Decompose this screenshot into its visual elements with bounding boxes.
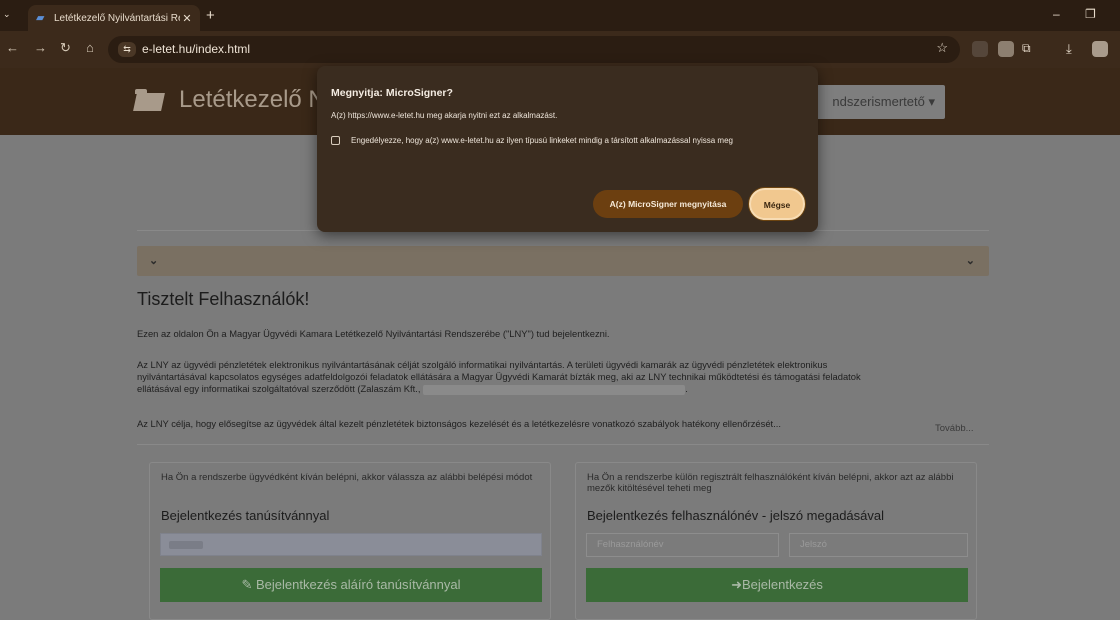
open-app-dialog: Megnyitja: MicroSigner? A(z) https://www…	[317, 66, 818, 232]
description-line: Az LNY az ügyvédi pénzletétek elektronik…	[137, 359, 828, 370]
sign-in-icon: ➜	[731, 577, 742, 592]
browser-tab-strip: ⌄ ▰ Letétkezelő Nyilvántartási Rend ✕ + …	[0, 0, 1120, 31]
description-text: .	[685, 383, 688, 394]
tab-title: Letétkezelő Nyilvántartási Rend	[54, 12, 180, 24]
divider	[137, 444, 989, 445]
tab-close-icon[interactable]: ✕	[180, 12, 194, 25]
purpose-paragraph: Az LNY célja, hogy elősegítse az ügyvéde…	[137, 418, 781, 429]
site-info-icon[interactable]: ⇆	[118, 42, 136, 57]
read-more-link[interactable]: Tovább...	[935, 423, 974, 434]
certificate-login-button[interactable]: ✎ Bejelentkezés aláíró tanúsítvánnyal	[160, 568, 542, 602]
always-allow-label[interactable]: Engedélyezze, hogy a(z) www.e-letet.hu a…	[351, 136, 733, 145]
new-tab-icon[interactable]: +	[206, 7, 215, 24]
restore-icon[interactable]: ❐	[1085, 7, 1096, 21]
redacted-text	[169, 541, 203, 549]
username-input[interactable]: Felhasználónév	[586, 533, 779, 557]
description-line: ellátásával egy informatikai szolgáltató…	[137, 383, 997, 395]
site-brand[interactable]: Letétkezelő N	[133, 86, 326, 114]
certificate-login-panel: Ha Ön a rendszerbe ügyvédként kíván belé…	[149, 462, 551, 620]
profile-avatar-icon[interactable]	[998, 41, 1014, 57]
account-avatar-icon[interactable]	[1092, 41, 1108, 57]
download-icon[interactable]: ⤓	[1066, 41, 1082, 57]
reload-icon[interactable]: ↻	[60, 40, 71, 56]
password-input[interactable]: Jelszó	[789, 533, 968, 557]
description-paragraph: Az LNY az ügyvédi pénzletétek elektronik…	[137, 359, 997, 395]
always-allow-checkbox[interactable]	[331, 136, 340, 145]
tab-search-chevron-icon[interactable]: ⌄	[3, 9, 11, 20]
greeting-heading: Tisztelt Felhasználók!	[137, 289, 310, 309]
intro-paragraph: Ezen az oldalon Ön a Magyar Ügyvédi Kama…	[137, 328, 610, 339]
panel-hint: Ha Ön a rendszerbe külön regisztrált fel…	[587, 472, 954, 494]
button-label: Bejelentkezés	[741, 577, 823, 592]
forward-icon[interactable]: →	[34, 40, 47, 55]
favicon-icon: ▰	[36, 12, 45, 24]
login-button[interactable]: ➜Bejelentkezés	[586, 568, 968, 602]
announcement-accordion[interactable]: ⌄ ⌄	[137, 246, 989, 276]
extensions-puzzle-icon[interactable]: ⧉	[1022, 41, 1038, 57]
panel-title: Bejelentkezés tanúsítvánnyal	[161, 508, 330, 523]
bookmark-star-icon[interactable]: ☆	[936, 40, 948, 56]
cancel-button[interactable]: Mégse	[749, 188, 805, 220]
dialog-title: Megnyitja: MicroSigner?	[331, 87, 453, 99]
folder-open-icon	[133, 89, 165, 111]
redacted-text	[423, 384, 686, 395]
browser-tab[interactable]: ▰ Letétkezelő Nyilvántartási Rend ✕	[28, 5, 200, 31]
pencil-icon: ✎	[241, 577, 253, 592]
description-text: ellátásával egy informatikai szolgáltató…	[137, 383, 421, 394]
user-login-panel: Ha Ön a rendszerbe külön regisztrált fel…	[575, 462, 977, 620]
brand-title: Letétkezelő N	[179, 86, 326, 113]
system-info-dropdown-button[interactable]: ndszerismertető ▾	[805, 85, 945, 119]
minimize-icon[interactable]: –	[1053, 7, 1060, 21]
back-icon[interactable]: ←	[6, 40, 19, 55]
extension-icon[interactable]	[972, 41, 988, 57]
chevron-down-icon[interactable]: ⌄	[149, 254, 158, 267]
dialog-message: A(z) https://www.e-letet.hu meg akarja n…	[331, 111, 558, 120]
open-app-button[interactable]: A(z) MicroSigner megnyitása	[593, 190, 743, 218]
url-text[interactable]: e-letet.hu/index.html	[142, 42, 250, 56]
panel-hint: Ha Ön a rendszerbe ügyvédként kíván belé…	[161, 472, 533, 483]
home-icon[interactable]: ⌂	[86, 40, 94, 55]
panel-title: Bejelentkezés felhasználónév - jelszó me…	[587, 508, 885, 523]
button-label: Bejelentkezés aláíró tanúsítvánnyal	[256, 577, 461, 592]
chevron-down-icon[interactable]: ⌄	[966, 254, 975, 267]
certificate-select[interactable]	[160, 533, 542, 556]
address-bar[interactable]: ⇆ e-letet.hu/index.html ☆	[108, 36, 960, 63]
description-line: nyilvántartásával kapcsolatos egységes a…	[137, 371, 861, 382]
